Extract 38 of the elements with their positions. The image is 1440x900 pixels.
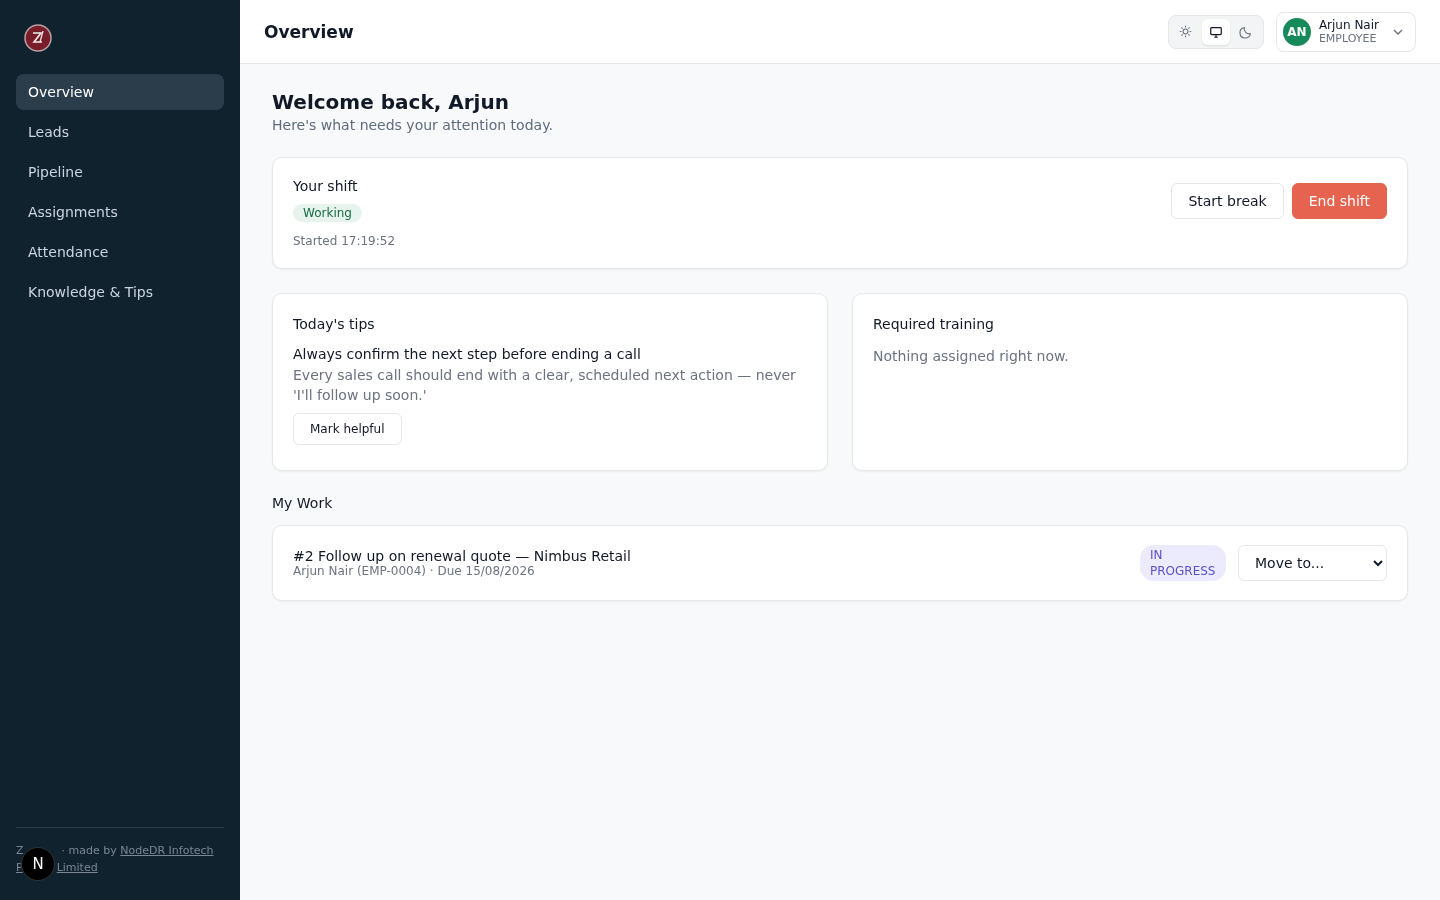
task-meta: Arjun Nair (EMP-0004) · Due 15/08/2026 — [293, 564, 536, 578]
chevron-icon — [1393, 28, 1403, 35]
user-menu[interactable]: AN Arjun Nair EMPLOYEE — [1275, 11, 1416, 52]
footer-text: · made by — [61, 844, 117, 857]
sidebar-item[interactable]: Attendance — [16, 234, 224, 270]
empty-message: Nothing assigned right now. — [873, 347, 1070, 366]
user-name: Arjun Nair — [1318, 18, 1379, 32]
avatar: AN — [1282, 17, 1311, 46]
start-break-button[interactable]: Start break — [1171, 183, 1284, 219]
welcome-subtitle: Here's what needs your attention today. — [272, 117, 554, 133]
status-badge: IN PROGRESS — [1140, 545, 1226, 581]
sidebar-item[interactable]: Assignments — [16, 194, 224, 230]
tip-title: Always confirm the next step before ending a call — [293, 346, 642, 362]
footer-link[interactable]: Limited — [56, 861, 98, 874]
tip-text: Every sales call should end with a clear, scheduled next action — never 'I'll follow up soon.' — [293, 366, 797, 405]
task-title: #2 Follow up on renewal quote — Nimbus Retail — [293, 548, 631, 564]
moon-icon — [1238, 24, 1253, 39]
sun-icon — [1179, 25, 1193, 38]
welcome-heading: Welcome back, Arjun — [272, 90, 510, 114]
logo-icon — [24, 24, 52, 52]
monitor-button[interactable] — [1201, 18, 1230, 45]
card-title: Required training — [873, 316, 995, 332]
monitor-icon — [1208, 24, 1223, 39]
card-title: Your shift — [293, 178, 359, 194]
sidebar-item[interactable]: Leads — [16, 114, 224, 150]
footer-link[interactable]: NodeDR Infotech — [120, 844, 214, 857]
sidebar-item[interactable]: Overview — [16, 74, 224, 110]
page-title: Overview — [264, 21, 354, 42]
start-time: Started 17:19:52 — [293, 234, 396, 248]
mark-helpful-button[interactable]: Mark helpful — [293, 413, 402, 445]
sidebar-item[interactable]: Knowledge & Tips — [16, 274, 224, 310]
card-title: Today's tips — [293, 316, 376, 332]
section-title: My Work — [272, 495, 334, 511]
sidebar-item[interactable]: Pipeline — [16, 154, 224, 190]
footer-text: Z — [16, 844, 24, 857]
user-role: EMPLOYEE — [1318, 32, 1378, 45]
status-badge: Working — [293, 204, 362, 222]
status-select[interactable]: Move to... — [1238, 545, 1387, 581]
